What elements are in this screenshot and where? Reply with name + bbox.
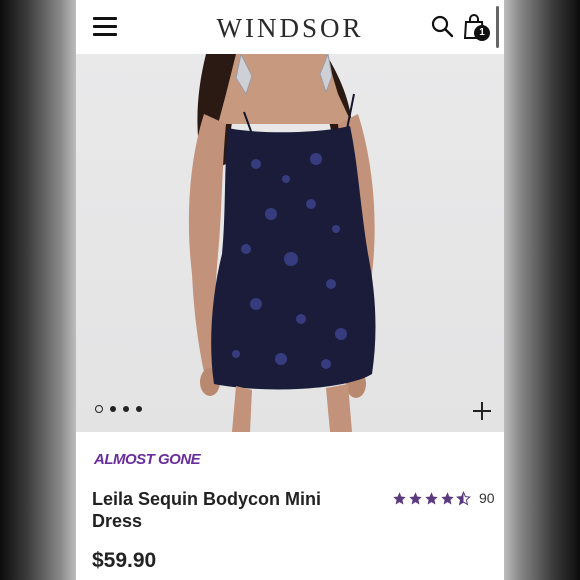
carousel-dot-3[interactable] — [123, 406, 129, 412]
star-icon — [393, 491, 406, 504]
zoom-plus-icon[interactable] — [472, 401, 492, 421]
product-price: $59.90 — [92, 549, 157, 572]
stock-status-label: ALMOST GONE — [94, 451, 201, 468]
carousel-dot-1[interactable] — [95, 405, 103, 413]
rating-stars — [392, 490, 471, 506]
carousel-dot-2[interactable] — [110, 406, 116, 412]
star-icon — [425, 491, 438, 504]
right-blur-border — [504, 0, 580, 580]
star-icon — [441, 491, 454, 504]
cart-count-badge: 1 — [474, 25, 490, 41]
carousel-dot-4[interactable] — [136, 406, 142, 412]
scrollbar[interactable] — [496, 6, 499, 48]
image-carousel-dots — [95, 405, 142, 413]
model-photo — [188, 54, 376, 432]
half-star-icon — [456, 490, 471, 505]
product-image[interactable] — [76, 54, 504, 432]
search-icon[interactable] — [430, 14, 454, 38]
phone-screen: WINDSOR 1 ALMOST GONE Leila Sequin Bodyc… — [76, 0, 504, 580]
site-header: WINDSOR 1 — [76, 0, 504, 55]
star-icon — [409, 491, 422, 504]
product-title: Leila Sequin Bodycon Mini Dress — [92, 489, 322, 531]
rating-count[interactable]: 90 — [479, 490, 495, 506]
left-blur-border — [0, 0, 76, 580]
product-rating[interactable]: 90 — [392, 490, 495, 506]
